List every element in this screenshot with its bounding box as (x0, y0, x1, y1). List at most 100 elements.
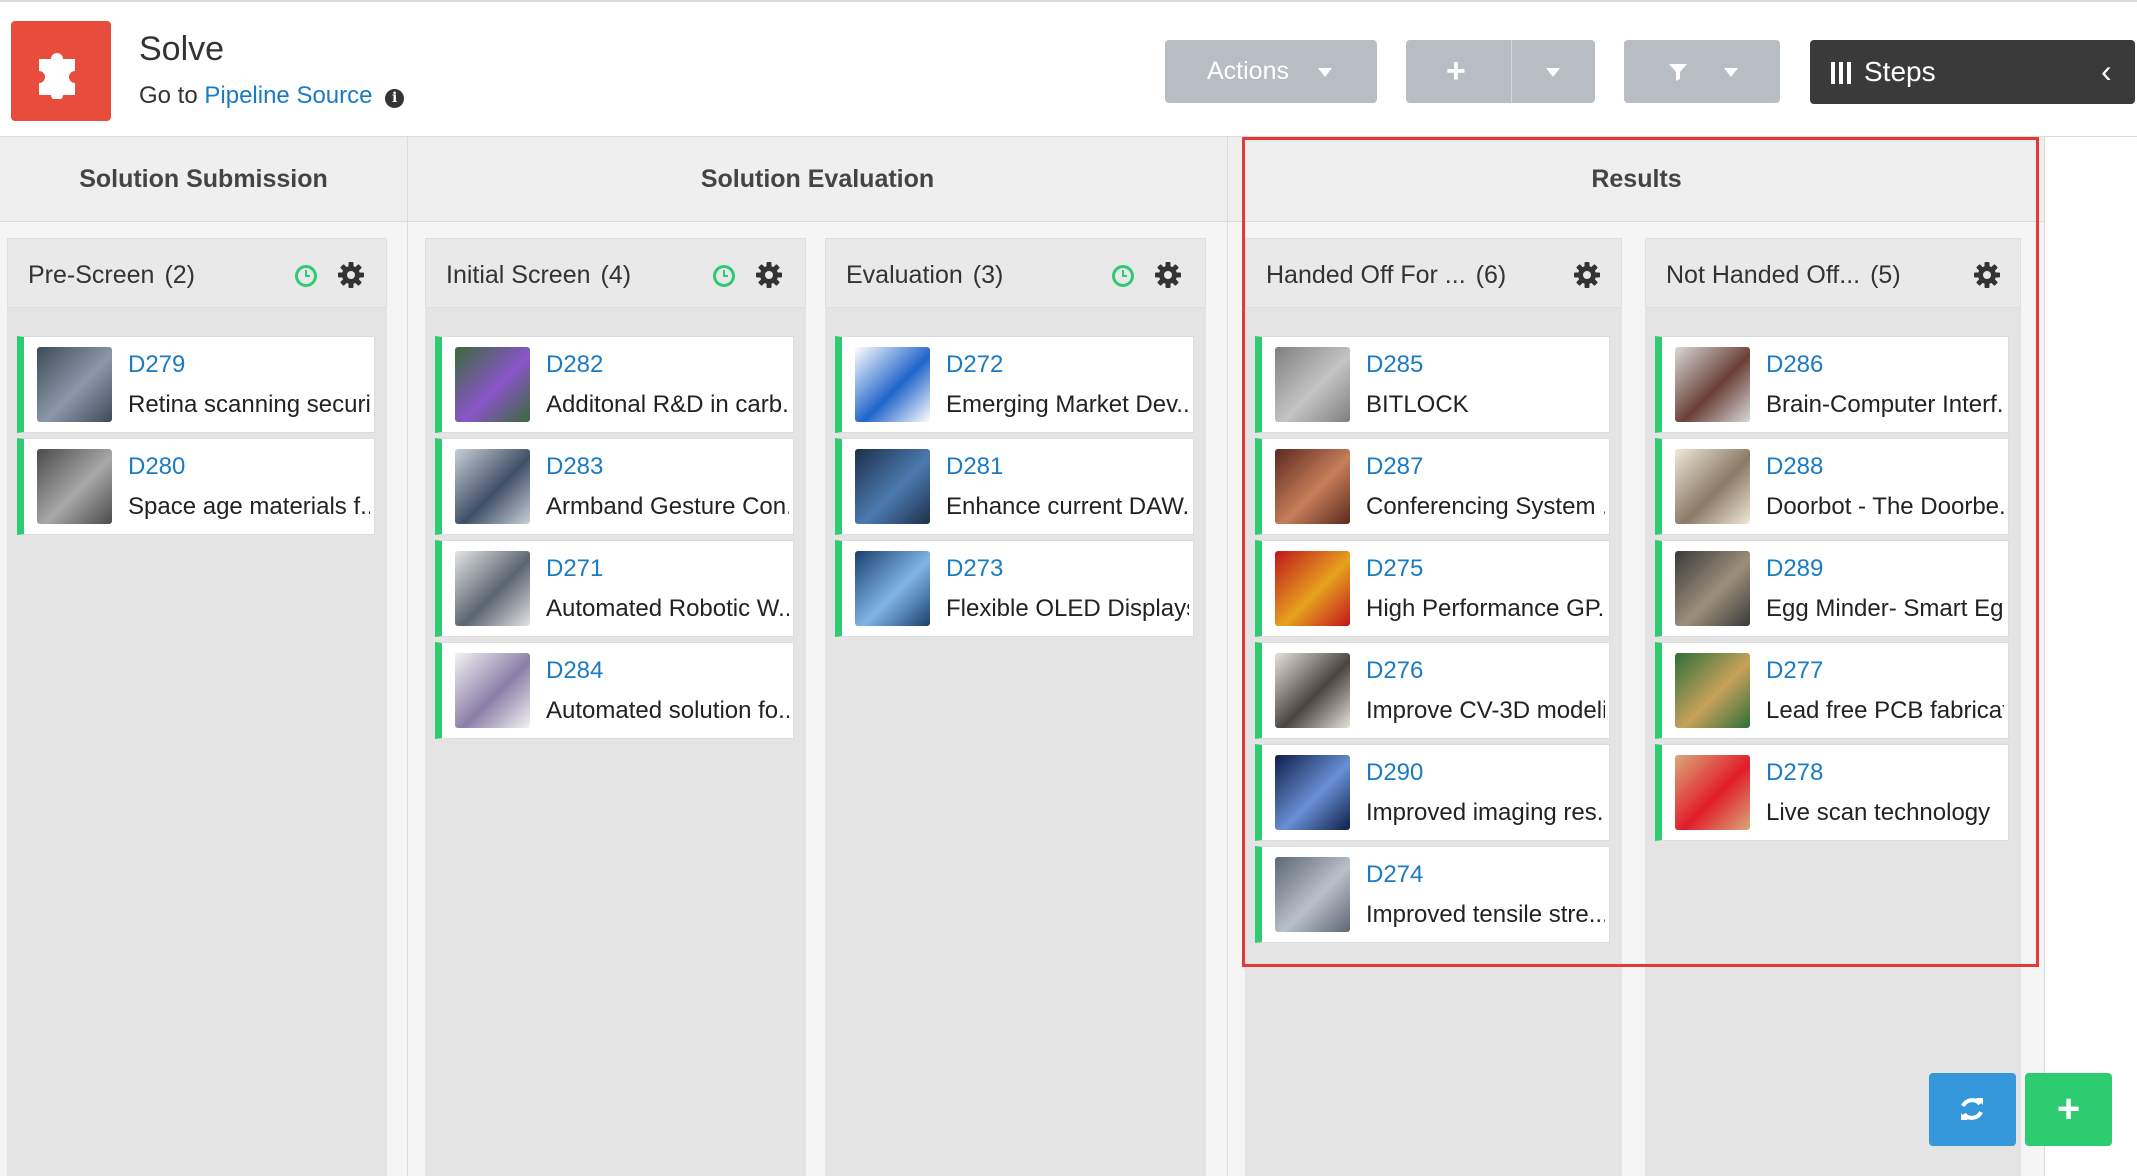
group-header: Results (1228, 137, 2045, 222)
plus-icon: + (1446, 52, 1466, 90)
card-thumbnail (1675, 653, 1750, 728)
card-title: Brain-Computer Interf... (1766, 391, 2004, 418)
chevron-down-icon (1546, 68, 1560, 77)
card-id-link[interactable]: D274 (1366, 861, 1423, 889)
card-id-link[interactable]: D272 (946, 351, 1003, 379)
solution-card[interactable]: D289 Egg Minder- Smart Eg... (1655, 540, 2009, 637)
card-id-link[interactable]: D282 (546, 351, 603, 379)
solution-card[interactable]: D276 Improve CV-3D modeli... (1255, 642, 1610, 739)
card-id-link[interactable]: D285 (1366, 351, 1423, 379)
card-title: High Performance GP... (1366, 595, 1605, 622)
card-title: Emerging Market Dev... (946, 391, 1189, 418)
card-id-link[interactable]: D281 (946, 453, 1003, 481)
column-header[interactable]: Evaluation (3) (825, 238, 1206, 308)
card-id-link[interactable]: D280 (128, 453, 185, 481)
column-name: Initial Screen (446, 261, 591, 289)
solution-card[interactable]: D271 Automated Robotic W... (435, 540, 794, 637)
steps-button[interactable]: Steps ‹ (1810, 40, 2135, 104)
app-logo[interactable] (11, 21, 111, 121)
solution-card[interactable]: D274 Improved tensile stre... (1255, 846, 1610, 943)
column-body: D279 Retina scanning security D280 Space ag… (7, 327, 387, 1176)
column-header[interactable]: Not Handed Off... (5) (1645, 238, 2021, 308)
solution-card[interactable]: D272 Emerging Market Dev... (835, 336, 1194, 433)
column-header[interactable]: Initial Screen (4) (425, 238, 806, 308)
card-id-link[interactable]: D278 (1766, 759, 1823, 787)
card-title: Automated Robotic W... (546, 595, 789, 622)
solution-card[interactable]: D285 BITLOCK (1255, 336, 1610, 433)
column-body: D282 Additonal R&D in carb... D283 Armband … (425, 327, 806, 1176)
add-dropdown-toggle[interactable] (1512, 40, 1595, 103)
gear-icon[interactable] (1573, 261, 1601, 289)
solution-card[interactable]: D288 Doorbot - The Doorbe... (1655, 438, 2009, 535)
chevron-left-icon[interactable]: ‹ (2101, 40, 2112, 102)
add-fab-button[interactable]: + (2025, 1073, 2112, 1146)
column-name: Evaluation (846, 261, 963, 289)
board-column: Not Handed Off... (5) D286 Brain-Computer I… (1645, 238, 2021, 1176)
filter-button[interactable] (1624, 40, 1780, 103)
card-id-link[interactable]: D284 (546, 657, 603, 685)
solution-card[interactable]: D290 Improved imaging res... (1255, 744, 1610, 841)
card-id-link[interactable]: D286 (1766, 351, 1823, 379)
card-id-link[interactable]: D289 (1766, 555, 1823, 583)
card-id-link[interactable]: D290 (1366, 759, 1423, 787)
clock-icon[interactable] (295, 265, 317, 287)
solution-card[interactable]: D275 High Performance GP... (1255, 540, 1610, 637)
pipeline-source-link[interactable]: Pipeline Source (204, 82, 372, 109)
card-title: Lead free PCB fabricat... (1766, 697, 2004, 724)
actions-label: Actions (1207, 57, 1289, 85)
board-edge (2044, 137, 2045, 1176)
card-title: Improve CV-3D modeli... (1366, 697, 1605, 724)
gear-icon[interactable] (755, 261, 783, 289)
solution-card[interactable]: D281 Enhance current DAW... (835, 438, 1194, 535)
column-header[interactable]: Pre-Screen (2) (7, 238, 387, 308)
gear-icon[interactable] (1154, 261, 1182, 289)
card-id-link[interactable]: D279 (128, 351, 185, 379)
card-thumbnail (1275, 347, 1350, 422)
column-body: D272 Emerging Market Dev... D281 Enhance cu… (825, 327, 1206, 1176)
solution-card[interactable]: D280 Space age materials f... (17, 438, 375, 535)
column-body: D286 Brain-Computer Interf... D288 Doorbot … (1645, 327, 2021, 1176)
card-thumbnail (1275, 449, 1350, 524)
group-header: Solution Evaluation (408, 137, 1227, 222)
column-count: (3) (972, 261, 1004, 289)
gear-icon[interactable] (337, 261, 365, 289)
solution-card[interactable]: D279 Retina scanning security (17, 336, 375, 433)
card-id-link[interactable]: D288 (1766, 453, 1823, 481)
clock-icon[interactable] (1112, 265, 1134, 287)
card-thumbnail (855, 551, 930, 626)
card-title: Automated solution fo... (546, 697, 789, 724)
column-body: D285 BITLOCK D287 Conferencing System ... D2… (1245, 327, 1622, 1176)
column-header[interactable]: Handed Off For ... (6) (1245, 238, 1622, 308)
card-thumbnail (455, 653, 530, 728)
solution-card[interactable]: D273 Flexible OLED Displays (835, 540, 1194, 637)
add-button[interactable]: + (1406, 40, 1511, 103)
card-title: Doorbot - The Doorbe... (1766, 493, 2004, 520)
column-title: Pre-Screen (2) (28, 239, 195, 311)
solution-card[interactable]: D284 Automated solution fo... (435, 642, 794, 739)
solution-card[interactable]: D277 Lead free PCB fabricat... (1655, 642, 2009, 739)
card-id-link[interactable]: D275 (1366, 555, 1423, 583)
solution-card[interactable]: D287 Conferencing System ... (1255, 438, 1610, 535)
board-column: Initial Screen (4) D282 Additonal R&D in ca… (425, 238, 806, 1176)
solution-card[interactable]: D286 Brain-Computer Interf... (1655, 336, 2009, 433)
actions-button[interactable]: Actions (1165, 40, 1377, 103)
goto-prefix: Go to (139, 82, 198, 109)
column-count: (5) (1870, 261, 1901, 289)
clock-icon[interactable] (713, 265, 735, 287)
refresh-button[interactable] (1929, 1073, 2016, 1146)
card-thumbnail (1275, 857, 1350, 932)
solution-card[interactable]: D283 Armband Gesture Con... (435, 438, 794, 535)
solution-card[interactable]: D278 Live scan technology (1655, 744, 2009, 841)
card-id-link[interactable]: D277 (1766, 657, 1823, 685)
card-id-link[interactable]: D283 (546, 453, 603, 481)
info-icon[interactable]: i (385, 89, 405, 108)
card-id-link[interactable]: D271 (546, 555, 603, 583)
goto-line: Go to Pipeline Source i (139, 82, 405, 110)
solution-card[interactable]: D282 Additonal R&D in carb... (435, 336, 794, 433)
columns-icon (1831, 62, 1851, 84)
gear-icon[interactable] (1973, 261, 2001, 289)
card-id-link[interactable]: D287 (1366, 453, 1423, 481)
board-column: Pre-Screen (2) D279 Retina scanning securit… (7, 238, 387, 1176)
card-id-link[interactable]: D273 (946, 555, 1003, 583)
card-id-link[interactable]: D276 (1366, 657, 1423, 685)
